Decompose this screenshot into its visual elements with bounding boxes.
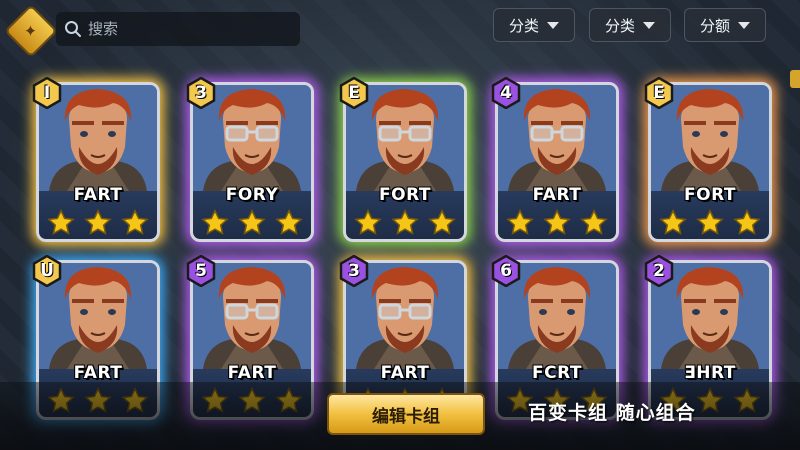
level-badge: 3	[338, 255, 370, 287]
star-icon	[427, 208, 456, 237]
level-badge: 4	[490, 77, 522, 109]
badge-label: ᑌ	[40, 261, 54, 281]
menu-icon: ✦	[24, 21, 38, 41]
search-icon	[65, 21, 81, 37]
badge-label: 2	[653, 261, 665, 281]
star-icon	[696, 208, 724, 237]
star-icon	[543, 208, 571, 237]
star-rating	[350, 208, 460, 237]
level-badge: 5	[185, 255, 217, 287]
hero-name: FORT	[684, 185, 736, 205]
hero-name: FART	[227, 363, 277, 383]
level-badge: E	[338, 77, 370, 109]
star-rating	[43, 208, 153, 237]
star-icon	[274, 208, 303, 237]
hero-card[interactable]: FART 4	[491, 77, 619, 242]
level-badge: 3	[185, 77, 217, 109]
filter-amount-dropdown[interactable]: 分额	[684, 8, 766, 42]
hero-name: FART	[532, 185, 582, 205]
hero-name: FORT	[379, 185, 431, 205]
level-badge: ᑌ	[31, 255, 63, 287]
hero-name: FART	[73, 185, 123, 205]
star-icon	[201, 208, 230, 237]
hero-card[interactable]: FART I	[32, 77, 160, 242]
filter-label: 分类	[508, 16, 539, 35]
star-icon	[47, 208, 76, 237]
star-icon	[84, 208, 112, 237]
star-icon	[238, 208, 266, 237]
star-icon	[506, 208, 535, 237]
star-rating	[197, 208, 307, 237]
hero-name: FART	[73, 363, 123, 383]
star-icon	[732, 208, 761, 237]
filter-category-2-dropdown[interactable]: 分类	[589, 8, 671, 42]
hero-card[interactable]: FORT E	[339, 77, 467, 242]
star-icon	[391, 208, 419, 237]
hero-name: ƎHRT	[684, 363, 736, 383]
filter-label: 分类	[604, 16, 635, 35]
level-badge: I	[31, 77, 63, 109]
badge-label: E	[348, 83, 360, 103]
star-icon	[659, 208, 688, 237]
hero-name: FCRT	[531, 363, 582, 383]
slogan-text: 百变卡组 随心组合	[528, 402, 696, 424]
star-icon	[579, 208, 608, 237]
star-rating	[502, 208, 612, 237]
badge-label: I	[43, 83, 51, 103]
badge-label: 3	[195, 83, 207, 103]
chevron-down-icon	[643, 21, 655, 29]
hero-card[interactable]: FORY 3	[186, 77, 314, 242]
side-tab-handle[interactable]	[790, 70, 800, 88]
search-bar[interactable]	[56, 12, 300, 46]
filter-category-1-dropdown[interactable]: 分类	[493, 8, 575, 42]
edit-deck-button[interactable]: 编辑卡组	[327, 393, 485, 435]
badge-label: 5	[195, 261, 207, 281]
level-badge: 2	[643, 255, 675, 287]
star-icon	[120, 208, 149, 237]
level-badge: 6	[490, 255, 522, 287]
chevron-down-icon	[738, 21, 750, 29]
hero-card[interactable]: FORT E	[644, 77, 772, 242]
chevron-down-icon	[547, 21, 559, 29]
hero-name: FORY	[225, 185, 279, 205]
level-badge: E	[643, 77, 675, 109]
badge-label: 4	[500, 83, 512, 103]
filter-label: 分额	[699, 16, 730, 35]
badge-label: 6	[500, 261, 512, 281]
badge-label: 3	[348, 261, 360, 281]
star-icon	[354, 208, 383, 237]
badge-label: E	[653, 83, 665, 103]
star-rating	[655, 208, 765, 237]
hero-name: FART	[380, 363, 430, 383]
search-input[interactable]	[88, 20, 288, 38]
